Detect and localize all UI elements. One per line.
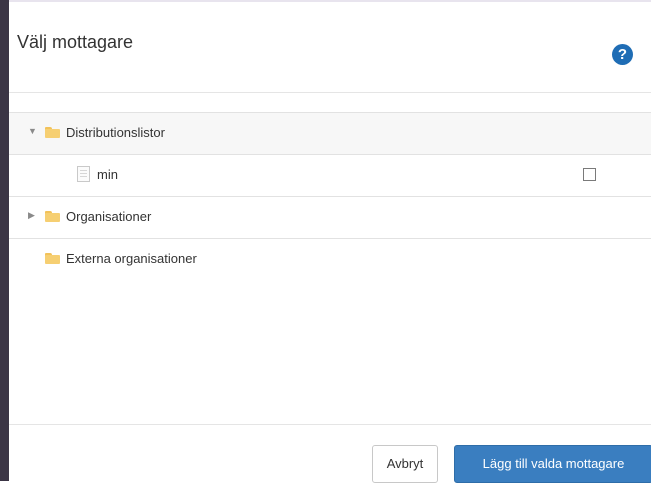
add-selected-recipients-button[interactable]: Lägg till valda mottagare xyxy=(454,445,651,483)
help-icon[interactable]: ? xyxy=(612,44,633,65)
recipient-tree: ▼ Distributionslistor min ▶ Organisation… xyxy=(9,112,651,280)
caret-down-icon[interactable]: ▼ xyxy=(28,126,37,136)
window-edge xyxy=(0,0,9,481)
folder-icon xyxy=(45,253,60,264)
tree-item-distributionslistor[interactable]: ▼ Distributionslistor xyxy=(9,112,651,155)
tree-item-label: Distributionslistor xyxy=(66,125,165,140)
dialog-header: Välj mottagare ? xyxy=(9,2,651,93)
tree-item-label: min xyxy=(97,167,118,182)
tree-item-label: Externa organisationer xyxy=(66,251,197,266)
caret-right-icon[interactable]: ▶ xyxy=(28,210,35,221)
recipient-dialog: Välj mottagare ? ▼ Distributionslistor m… xyxy=(9,2,651,483)
tree-item-min[interactable]: min xyxy=(9,155,651,197)
tree-item-label: Organisationer xyxy=(66,209,152,224)
document-icon xyxy=(77,166,90,182)
tree-item-externa-organisationer[interactable]: Externa organisationer xyxy=(9,239,651,280)
select-checkbox-min[interactable] xyxy=(583,168,596,181)
folder-icon xyxy=(45,211,60,222)
tree-item-organisationer[interactable]: ▶ Organisationer xyxy=(9,197,651,239)
folder-icon xyxy=(45,127,60,138)
cancel-button[interactable]: Avbryt xyxy=(372,445,438,483)
dialog-footer: Avbryt Lägg till valda mottagare xyxy=(9,424,651,483)
dialog-title: Välj mottagare xyxy=(17,32,134,52)
